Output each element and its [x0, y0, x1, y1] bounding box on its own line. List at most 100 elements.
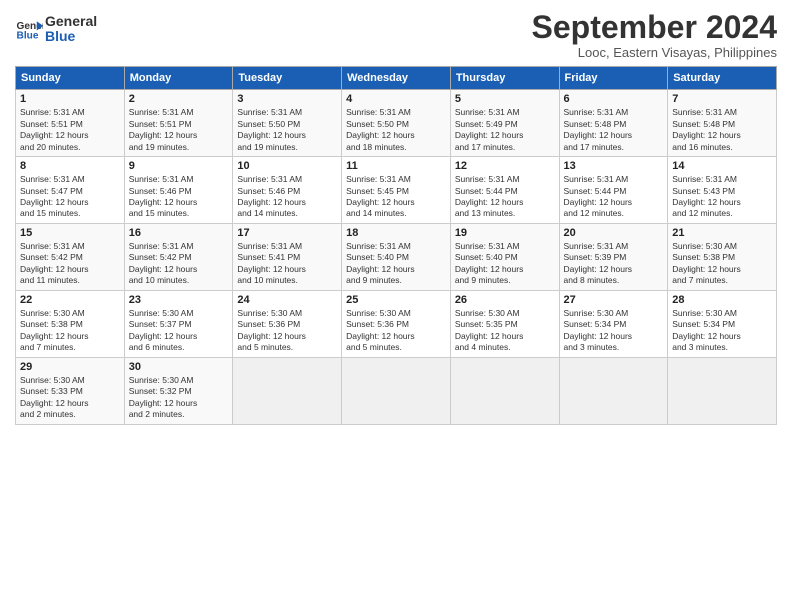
- day-number: 8: [20, 160, 120, 172]
- day-info: Sunrise: 5:30 AM Sunset: 5:38 PM Dayligh…: [672, 241, 772, 287]
- weekday-header-saturday: Saturday: [668, 67, 777, 90]
- day-info: Sunrise: 5:31 AM Sunset: 5:51 PM Dayligh…: [129, 107, 229, 153]
- day-cell: 17 Sunrise: 5:31 AM Sunset: 5:41 PM Dayli…: [233, 223, 342, 290]
- day-cell: 24Sunrise: 5:30 AM Sunset: 5:36 PM Dayli…: [233, 290, 342, 357]
- day-number: 16: [129, 227, 229, 239]
- day-cell: 25 Sunrise: 5:30 AM Sunset: 5:36 PM Dayli…: [342, 290, 451, 357]
- day-number: 7: [672, 93, 772, 105]
- day-number: 1: [20, 93, 120, 105]
- day-number: 12: [455, 160, 555, 172]
- logo-line2: Blue: [45, 29, 97, 44]
- day-info: Sunrise: 5:31 AM Sunset: 5:51 PM Dayligh…: [20, 107, 120, 153]
- day-cell: 6 Sunrise: 5:31 AM Sunset: 5:48 PM Daylig…: [559, 90, 668, 157]
- day-info: Sunrise: 5:31 AM Sunset: 5:46 PM Dayligh…: [237, 174, 337, 220]
- day-info: Sunrise: 5:30 AM Sunset: 5:33 PM Dayligh…: [20, 375, 120, 421]
- day-info: Sunrise: 5:31 AM Sunset: 5:44 PM Dayligh…: [455, 174, 555, 220]
- week-row-3: 15 Sunrise: 5:31 AM Sunset: 5:42 PM Dayli…: [16, 223, 777, 290]
- day-info: Sunrise: 5:31 AM Sunset: 5:45 PM Dayligh…: [346, 174, 446, 220]
- day-info: Sunrise: 5:31 AM Sunset: 5:40 PM Dayligh…: [346, 241, 446, 287]
- weekday-header-tuesday: Tuesday: [233, 67, 342, 90]
- subtitle: Looc, Eastern Visayas, Philippines: [532, 45, 777, 60]
- day-cell: 4Sunrise: 5:31 AM Sunset: 5:50 PM Daylig…: [342, 90, 451, 157]
- day-info: Sunrise: 5:31 AM Sunset: 5:44 PM Dayligh…: [564, 174, 664, 220]
- day-info: Sunrise: 5:30 AM Sunset: 5:32 PM Dayligh…: [129, 375, 229, 421]
- day-cell: 3Sunrise: 5:31 AM Sunset: 5:50 PM Daylig…: [233, 90, 342, 157]
- weekday-header-wednesday: Wednesday: [342, 67, 451, 90]
- day-cell: 18Sunrise: 5:31 AM Sunset: 5:40 PM Dayli…: [342, 223, 451, 290]
- day-info: Sunrise: 5:30 AM Sunset: 5:34 PM Dayligh…: [672, 308, 772, 354]
- day-cell: 9 Sunrise: 5:31 AM Sunset: 5:46 PM Daylig…: [124, 157, 233, 224]
- day-cell: [559, 357, 668, 424]
- day-cell: 27 Sunrise: 5:30 AM Sunset: 5:34 PM Dayli…: [559, 290, 668, 357]
- day-cell: [233, 357, 342, 424]
- day-cell: 22 Sunrise: 5:30 AM Sunset: 5:38 PM Dayli…: [16, 290, 125, 357]
- day-cell: 13 Sunrise: 5:31 AM Sunset: 5:44 PM Dayli…: [559, 157, 668, 224]
- calendar-table: SundayMondayTuesdayWednesdayThursdayFrid…: [15, 66, 777, 424]
- day-number: 25: [346, 294, 446, 306]
- day-number: 15: [20, 227, 120, 239]
- day-cell: 23Sunrise: 5:30 AM Sunset: 5:37 PM Dayli…: [124, 290, 233, 357]
- day-info: Sunrise: 5:31 AM Sunset: 5:42 PM Dayligh…: [129, 241, 229, 287]
- title-block: September 2024 Looc, Eastern Visayas, Ph…: [532, 10, 777, 60]
- day-number: 19: [455, 227, 555, 239]
- day-info: Sunrise: 5:31 AM Sunset: 5:46 PM Dayligh…: [129, 174, 229, 220]
- day-number: 20: [564, 227, 664, 239]
- day-cell: [668, 357, 777, 424]
- day-info: Sunrise: 5:30 AM Sunset: 5:34 PM Dayligh…: [564, 308, 664, 354]
- day-cell: [450, 357, 559, 424]
- month-title: September 2024: [532, 10, 777, 45]
- day-info: Sunrise: 5:31 AM Sunset: 5:48 PM Dayligh…: [564, 107, 664, 153]
- weekday-header-thursday: Thursday: [450, 67, 559, 90]
- day-number: 27: [564, 294, 664, 306]
- day-cell: 26Sunrise: 5:30 AM Sunset: 5:35 PM Dayli…: [450, 290, 559, 357]
- weekday-header-row: SundayMondayTuesdayWednesdayThursdayFrid…: [16, 67, 777, 90]
- day-number: 23: [129, 294, 229, 306]
- day-cell: 29 Sunrise: 5:30 AM Sunset: 5:33 PM Dayli…: [16, 357, 125, 424]
- day-cell: 5 Sunrise: 5:31 AM Sunset: 5:49 PM Daylig…: [450, 90, 559, 157]
- day-cell: 7Sunrise: 5:31 AM Sunset: 5:48 PM Daylig…: [668, 90, 777, 157]
- weekday-header-sunday: Sunday: [16, 67, 125, 90]
- day-info: Sunrise: 5:31 AM Sunset: 5:40 PM Dayligh…: [455, 241, 555, 287]
- day-info: Sunrise: 5:30 AM Sunset: 5:38 PM Dayligh…: [20, 308, 120, 354]
- day-info: Sunrise: 5:31 AM Sunset: 5:49 PM Dayligh…: [455, 107, 555, 153]
- day-number: 28: [672, 294, 772, 306]
- day-cell: 12 Sunrise: 5:31 AM Sunset: 5:44 PM Dayli…: [450, 157, 559, 224]
- day-info: Sunrise: 5:31 AM Sunset: 5:50 PM Dayligh…: [346, 107, 446, 153]
- day-number: 30: [129, 361, 229, 373]
- day-cell: 30 Sunrise: 5:30 AM Sunset: 5:32 PM Dayli…: [124, 357, 233, 424]
- day-info: Sunrise: 5:30 AM Sunset: 5:36 PM Dayligh…: [346, 308, 446, 354]
- day-number: 17: [237, 227, 337, 239]
- day-info: Sunrise: 5:31 AM Sunset: 5:43 PM Dayligh…: [672, 174, 772, 220]
- day-number: 13: [564, 160, 664, 172]
- day-cell: 28 Sunrise: 5:30 AM Sunset: 5:34 PM Dayli…: [668, 290, 777, 357]
- logo-icon: General Blue: [15, 15, 43, 43]
- weekday-header-monday: Monday: [124, 67, 233, 90]
- day-cell: 20Sunrise: 5:31 AM Sunset: 5:39 PM Dayli…: [559, 223, 668, 290]
- day-number: 10: [237, 160, 337, 172]
- day-number: 22: [20, 294, 120, 306]
- day-cell: 2 Sunrise: 5:31 AM Sunset: 5:51 PM Daylig…: [124, 90, 233, 157]
- day-info: Sunrise: 5:31 AM Sunset: 5:41 PM Dayligh…: [237, 241, 337, 287]
- day-number: 11: [346, 160, 446, 172]
- day-number: 6: [564, 93, 664, 105]
- day-number: 5: [455, 93, 555, 105]
- weekday-header-friday: Friday: [559, 67, 668, 90]
- day-number: 26: [455, 294, 555, 306]
- page: General Blue General Blue September 2024…: [0, 0, 792, 612]
- day-number: 21: [672, 227, 772, 239]
- day-cell: 19 Sunrise: 5:31 AM Sunset: 5:40 PM Dayli…: [450, 223, 559, 290]
- day-cell: 16 Sunrise: 5:31 AM Sunset: 5:42 PM Dayli…: [124, 223, 233, 290]
- svg-text:Blue: Blue: [17, 31, 39, 42]
- day-cell: 1 Sunrise: 5:31 AM Sunset: 5:51 PM Daylig…: [16, 90, 125, 157]
- week-row-2: 8Sunrise: 5:31 AM Sunset: 5:47 PM Daylig…: [16, 157, 777, 224]
- day-number: 2: [129, 93, 229, 105]
- day-cell: [342, 357, 451, 424]
- day-cell: 11 Sunrise: 5:31 AM Sunset: 5:45 PM Dayli…: [342, 157, 451, 224]
- day-number: 29: [20, 361, 120, 373]
- logo-line1: General: [45, 14, 97, 29]
- day-number: 9: [129, 160, 229, 172]
- week-row-5: 29 Sunrise: 5:30 AM Sunset: 5:33 PM Dayli…: [16, 357, 777, 424]
- day-number: 3: [237, 93, 337, 105]
- day-cell: 8Sunrise: 5:31 AM Sunset: 5:47 PM Daylig…: [16, 157, 125, 224]
- day-number: 24: [237, 294, 337, 306]
